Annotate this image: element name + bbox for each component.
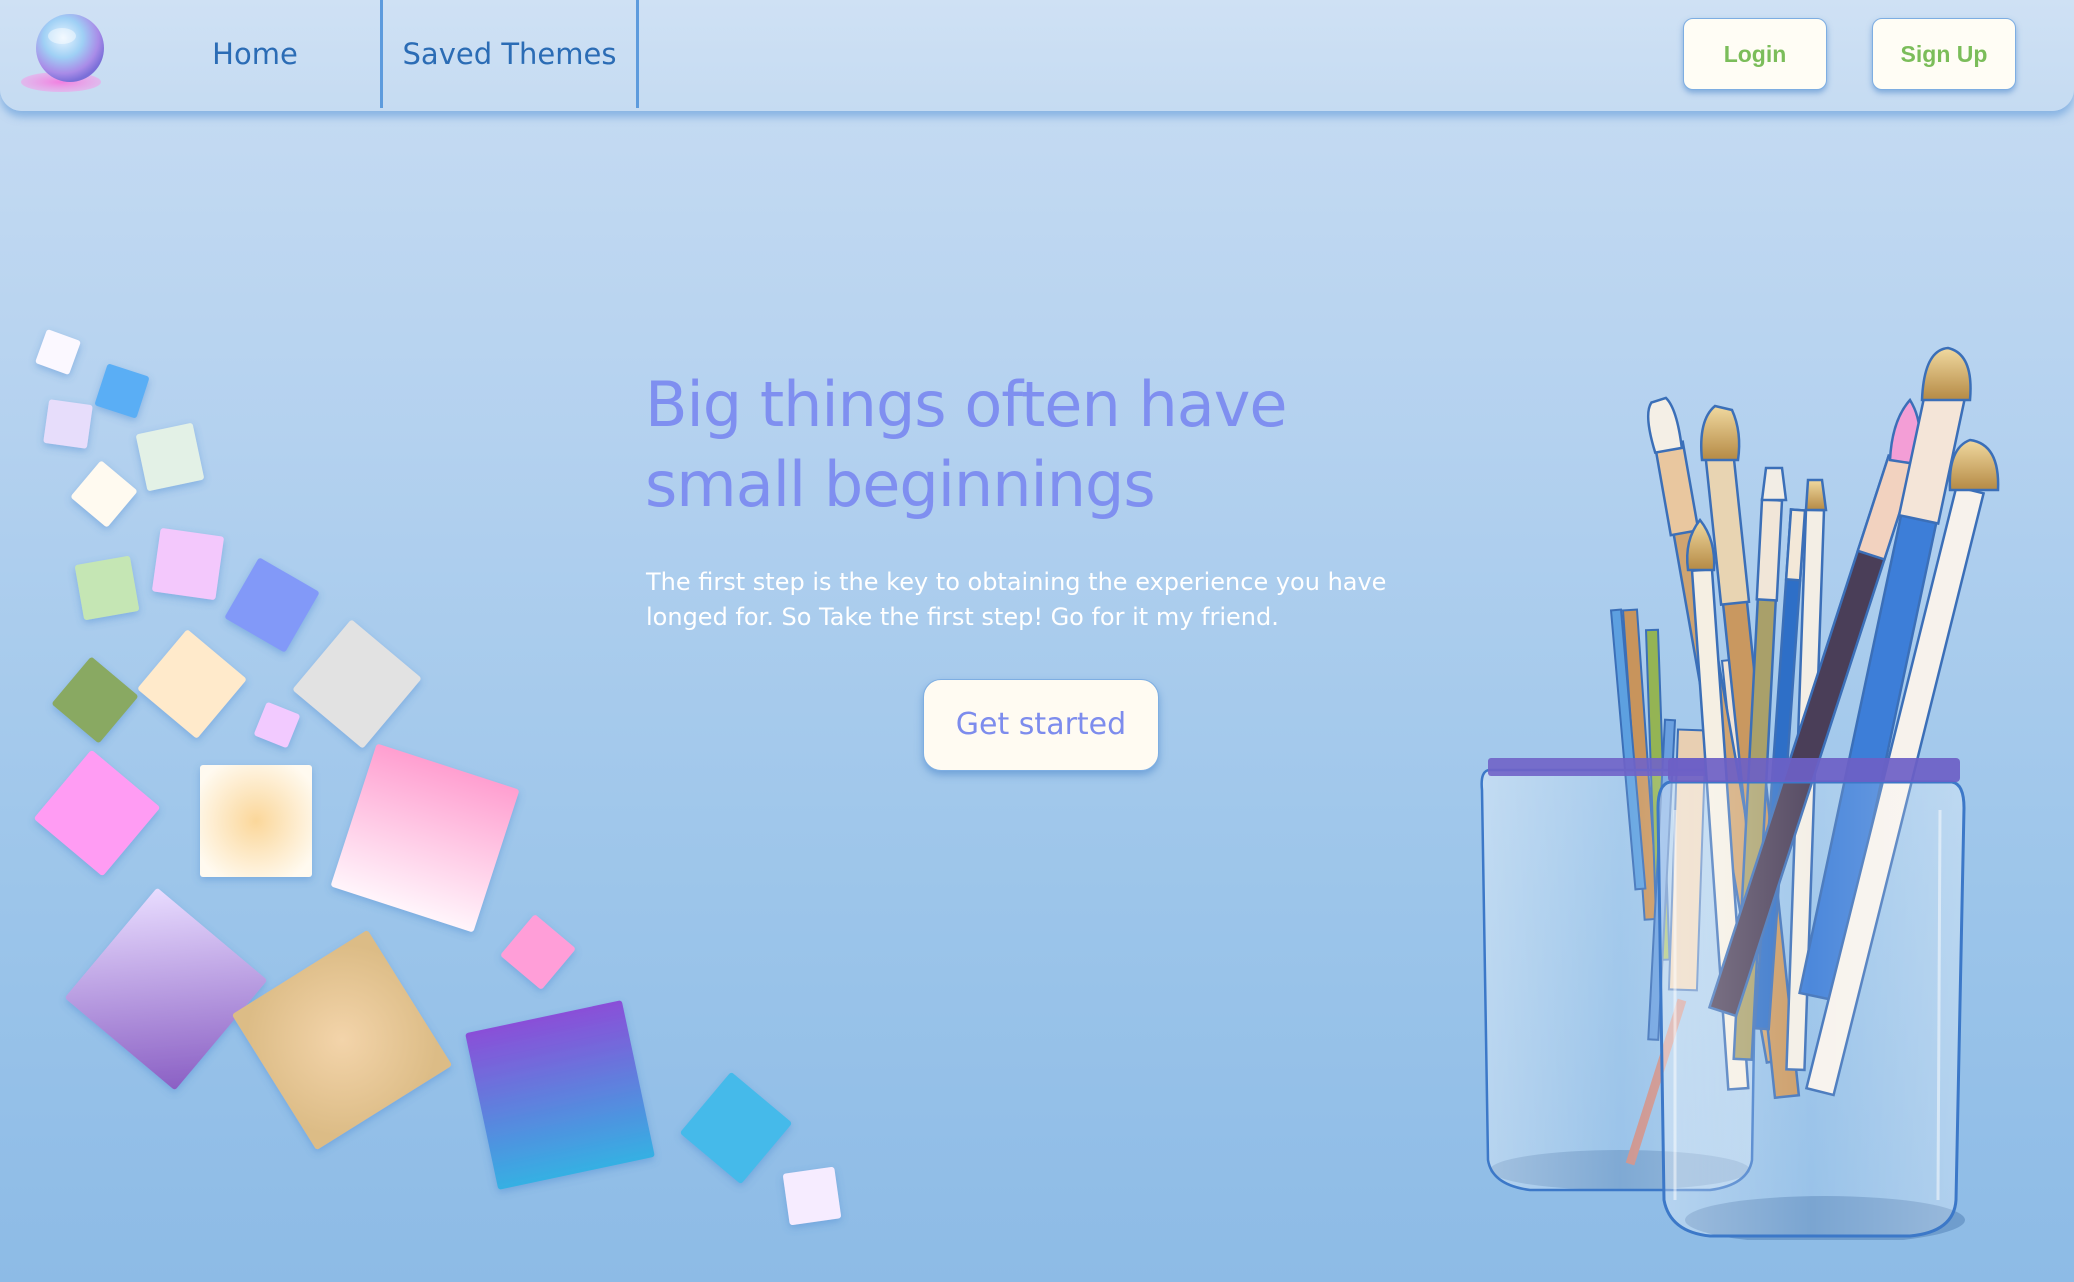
nav-home-link[interactable]: Home	[170, 0, 340, 108]
hero-title: Big things often have small beginnings	[645, 368, 1288, 521]
sign-up-button[interactable]: Sign Up	[1872, 18, 2016, 90]
get-started-button[interactable]: Get started	[923, 679, 1159, 771]
globe-logo-icon[interactable]	[18, 14, 104, 96]
nav-divider	[636, 0, 639, 108]
paint-brushes-in-jars-illustration	[1480, 346, 2000, 1240]
nav-saved-themes-link[interactable]: Saved Themes	[383, 0, 636, 108]
top-navbar: Home Saved Themes Login Sign Up	[0, 0, 2074, 111]
hero-subtitle: The first step is the key to obtaining t…	[646, 568, 1387, 631]
login-button[interactable]: Login	[1683, 18, 1827, 90]
